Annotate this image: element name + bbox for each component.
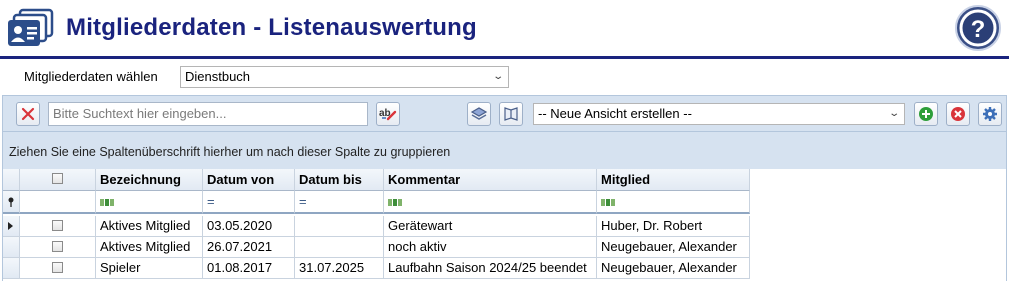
cell-bezeichnung[interactable]: Spieler xyxy=(96,258,203,279)
text-filter-icon xyxy=(601,199,616,206)
row-checkbox-cell[interactable] xyxy=(20,258,96,279)
clear-search-button[interactable] xyxy=(16,102,40,126)
row-indicator xyxy=(3,237,20,258)
row-checkbox-cell[interactable] xyxy=(20,237,96,258)
delete-icon xyxy=(951,107,965,121)
current-row-indicator-icon xyxy=(3,216,20,237)
cell-datum-von[interactable]: 03.05.2020 xyxy=(203,216,295,237)
chevron-down-icon: ⌄ xyxy=(491,71,504,82)
row-indicator xyxy=(3,258,20,279)
filter-datum-von[interactable]: = xyxy=(203,191,295,214)
cell-datum-von[interactable]: 26.07.2021 xyxy=(203,237,295,258)
column-header-datum-von[interactable]: Datum von xyxy=(203,169,295,191)
layers-icon xyxy=(470,107,488,120)
cell-datum-bis[interactable] xyxy=(295,216,384,237)
select-all-checkbox[interactable] xyxy=(52,173,63,184)
text-filter-icon xyxy=(100,199,115,206)
filter-cell-checkbox xyxy=(20,191,96,214)
row-checkbox[interactable] xyxy=(52,220,63,231)
open-book-button[interactable] xyxy=(499,102,523,126)
row-checkbox[interactable] xyxy=(52,262,63,273)
cell-bezeichnung[interactable]: Aktives Mitglied xyxy=(96,216,203,237)
table-row[interactable]: Aktives Mitglied 03.05.2020 Gerätewart H… xyxy=(3,216,750,237)
data-grid: Bezeichnung Datum von Datum bis Kommenta… xyxy=(2,169,1007,281)
chevron-down-icon: ⌄ xyxy=(887,108,900,119)
table-row[interactable]: Aktives Mitglied 26.07.2021 noch aktiv N… xyxy=(3,237,750,258)
filter-mitglied[interactable] xyxy=(597,191,750,214)
group-by-hint: Ziehen Sie eine Spaltenüberschrift hierh… xyxy=(9,145,451,159)
table-row[interactable]: Spieler 01.08.2017 31.07.2025 Laufbahn S… xyxy=(3,258,750,279)
help-icon: ? xyxy=(971,16,986,43)
toolbar: Bitte Suchtext hier eingeben... ab -- Ne… xyxy=(2,95,1007,132)
book-icon xyxy=(504,107,518,121)
add-icon xyxy=(919,107,933,121)
view-select-value: -- Neue Ansicht erstellen -- xyxy=(538,106,692,121)
select-all-checkbox-cell[interactable] xyxy=(20,169,96,191)
member-list-icon xyxy=(6,8,54,48)
help-button[interactable]: ? xyxy=(954,4,1002,52)
cell-datum-bis[interactable]: 31.07.2025 xyxy=(295,258,384,279)
member-data-select-value: Dienstbuch xyxy=(185,69,251,84)
gear-icon xyxy=(983,107,997,121)
equals-filter-icon: = xyxy=(299,194,307,209)
cell-kommentar[interactable]: Laufbahn Saison 2024/25 beendet xyxy=(384,258,597,279)
filter-pin-icon xyxy=(3,191,20,214)
grid-filter-row: = = xyxy=(3,191,750,214)
app-header: Mitgliederdaten - Listenauswertung ? xyxy=(0,0,1009,59)
column-header-mitglied[interactable]: Mitglied xyxy=(597,169,750,191)
header-divider xyxy=(0,56,1009,59)
row-indicator-header xyxy=(3,169,20,191)
row-checkbox[interactable] xyxy=(52,241,63,252)
filter-kommentar[interactable] xyxy=(384,191,597,214)
member-data-label: Mitgliederdaten wählen xyxy=(24,69,158,84)
column-header-kommentar[interactable]: Kommentar xyxy=(384,169,597,191)
delete-view-button[interactable] xyxy=(946,102,970,126)
grid-header-row: Bezeichnung Datum von Datum bis Kommenta… xyxy=(3,169,750,191)
spellcheck-button[interactable]: ab xyxy=(376,102,400,126)
cell-datum-bis[interactable] xyxy=(295,237,384,258)
close-icon xyxy=(21,107,35,121)
cell-kommentar[interactable]: noch aktiv xyxy=(384,237,597,258)
page-title: Mitgliederdaten - Listenauswertung xyxy=(66,14,477,41)
view-select[interactable]: -- Neue Ansicht erstellen -- ⌄ xyxy=(533,103,905,125)
text-filter-icon xyxy=(388,199,403,206)
column-header-bezeichnung[interactable]: Bezeichnung xyxy=(96,169,203,191)
row-checkbox-cell[interactable] xyxy=(20,216,96,237)
column-header-datum-bis[interactable]: Datum bis xyxy=(295,169,384,191)
cell-kommentar[interactable]: Gerätewart xyxy=(384,216,597,237)
cell-datum-von[interactable]: 01.08.2017 xyxy=(203,258,295,279)
filter-bezeichnung[interactable] xyxy=(96,191,203,214)
group-by-panel[interactable]: Ziehen Sie eine Spaltenüberschrift hierh… xyxy=(2,132,1007,169)
cell-mitglied[interactable]: Neugebauer, Alexander xyxy=(597,258,750,279)
spellcheck-icon: ab xyxy=(379,108,397,121)
search-input[interactable]: Bitte Suchtext hier eingeben... xyxy=(48,102,368,126)
cell-mitglied[interactable]: Neugebauer, Alexander xyxy=(597,237,750,258)
equals-filter-icon: = xyxy=(207,194,215,209)
add-view-button[interactable] xyxy=(914,102,938,126)
view-settings-button[interactable] xyxy=(978,102,1002,126)
cell-mitglied[interactable]: Huber, Dr. Robert xyxy=(597,216,750,237)
member-data-select[interactable]: Dienstbuch ⌄ xyxy=(180,66,509,88)
cell-bezeichnung[interactable]: Aktives Mitglied xyxy=(96,237,203,258)
layers-button[interactable] xyxy=(467,102,491,126)
filter-datum-bis[interactable]: = xyxy=(295,191,384,214)
